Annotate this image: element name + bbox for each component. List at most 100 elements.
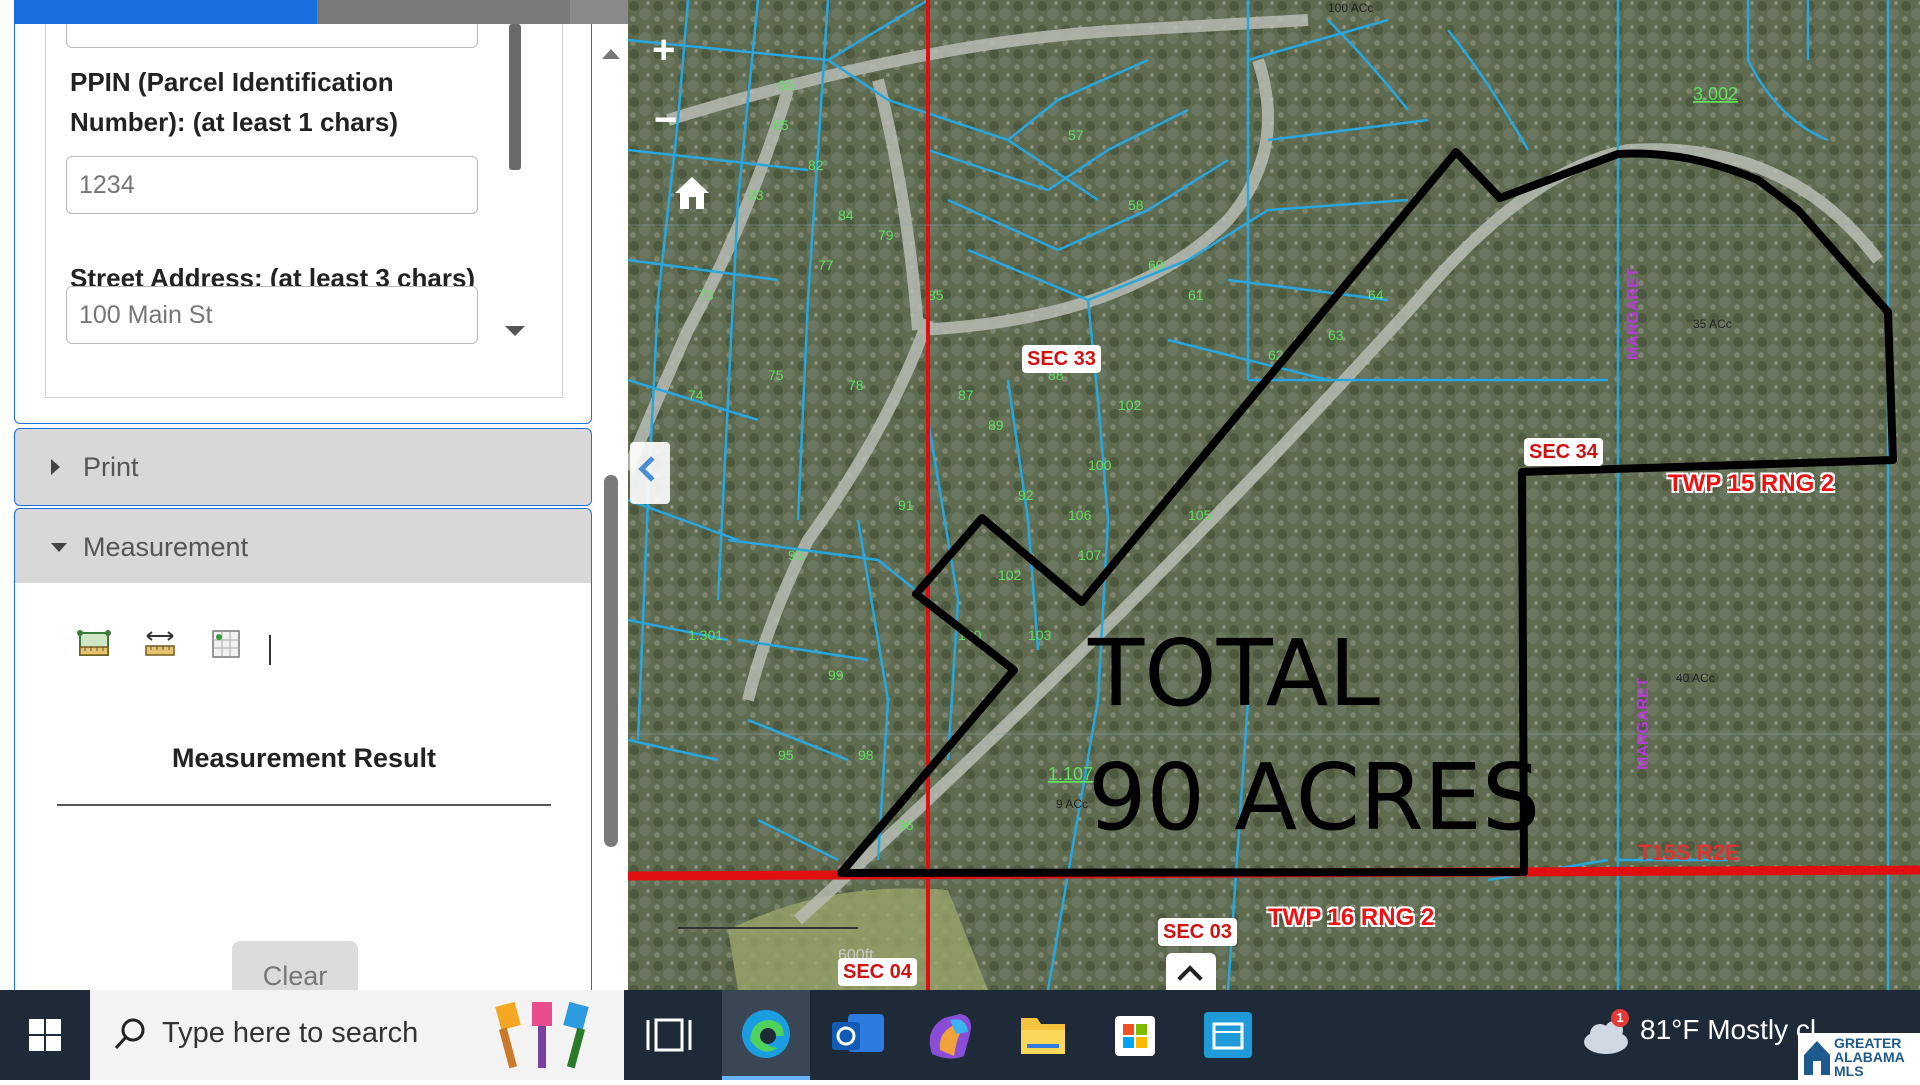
svg-text:82: 82	[808, 157, 824, 173]
label-twp15: TWP 15 RNG 2	[1668, 470, 1835, 497]
copilot-icon[interactable]	[910, 1000, 990, 1070]
left-panel: PPIN (Parcel Identification Number): (at…	[0, 0, 628, 990]
collapse-panel-button[interactable]	[630, 442, 670, 504]
measurement-label: Measurement	[83, 532, 249, 562]
svg-text:60: 60	[1148, 257, 1164, 273]
zoom-out-button[interactable]: −	[654, 100, 677, 140]
clear-button[interactable]: Clear	[232, 941, 358, 990]
mls-line1: GREATER	[1834, 1035, 1902, 1051]
weather-text: 81°F Mostly cl	[1640, 1014, 1817, 1045]
svg-text:103: 103	[1028, 627, 1052, 643]
acreage-9: 9 ACc	[1056, 797, 1088, 811]
panel-tabs	[0, 0, 628, 24]
svg-text:105: 105	[1188, 507, 1212, 523]
search-form: PPIN (Parcel Identification Number): (at…	[45, 24, 563, 398]
total-label-line1: TOTAL	[1088, 620, 1380, 727]
scroll-up-icon[interactable]	[602, 49, 620, 59]
svg-text:64: 64	[1368, 287, 1384, 303]
acreage-40: 40 ACc	[1676, 671, 1715, 685]
svg-text:100: 100	[1088, 457, 1112, 473]
tab-active[interactable]	[14, 0, 317, 24]
form-scrollbar-thumb[interactable]	[509, 24, 521, 170]
taskbar-search[interactable]: Type here to search	[90, 990, 624, 1080]
outlook-icon[interactable]	[818, 1000, 898, 1070]
windows-icon	[29, 1019, 61, 1051]
measurement-section-header[interactable]: Measurement	[14, 508, 592, 586]
svg-text:73: 73	[698, 287, 714, 303]
zoom-in-button[interactable]: +	[652, 30, 675, 70]
edge-icon	[742, 1010, 790, 1058]
svg-text:1.301: 1.301	[688, 627, 723, 643]
street-address-input[interactable]	[66, 286, 478, 344]
svg-text:78: 78	[848, 377, 864, 393]
svg-text:93: 93	[788, 547, 804, 563]
expand-bottom-button[interactable]	[1166, 953, 1216, 993]
previous-field[interactable]	[66, 24, 478, 48]
svg-text:63: 63	[1328, 327, 1344, 343]
ppin-input[interactable]	[66, 156, 478, 214]
svg-text:83: 83	[748, 187, 764, 203]
label-t15s: T15S R2E	[1638, 840, 1740, 865]
svg-text:89: 89	[988, 417, 1004, 433]
print-section-header[interactable]: Print	[14, 428, 592, 506]
svg-text:95: 95	[778, 747, 794, 763]
road-label-margaret: MARGARET	[1635, 677, 1652, 770]
mls-watermark: GREATER ALABAMA MLS	[1798, 1033, 1920, 1080]
svg-text:91: 91	[898, 497, 914, 513]
notification-count: 1	[1616, 1010, 1624, 1025]
chevron-up-icon	[1177, 965, 1203, 991]
area-measure-icon[interactable]	[77, 627, 111, 661]
edge-taskbar-item[interactable]	[722, 990, 810, 1080]
location-measure-icon[interactable]	[209, 627, 243, 661]
svg-text:61: 61	[1188, 287, 1204, 303]
svg-text:85: 85	[773, 117, 789, 133]
acreage-35: 35 ACc	[1693, 317, 1732, 331]
map-view[interactable]: 65 85 82 84 83 79 77 73 74 75 78 85 87 89 92 91 93 1…	[628, 0, 1920, 990]
chevron-left-icon	[638, 456, 664, 482]
svg-text:96: 96	[898, 817, 914, 833]
file-explorer-icon[interactable]	[1003, 1000, 1083, 1070]
task-view-icon[interactable]	[630, 1000, 710, 1070]
acreage-1107: 1.107	[1048, 764, 1093, 784]
svg-text:58: 58	[1128, 197, 1144, 213]
label-sec03: SEC 03	[1158, 918, 1237, 946]
measurement-panel: Measurement Result Clear	[14, 583, 592, 990]
app-icon[interactable]	[1188, 1000, 1268, 1070]
caret-right-icon	[51, 459, 60, 475]
result-divider	[57, 804, 551, 806]
distance-measure-icon[interactable]	[143, 627, 177, 661]
search-placeholder: Type here to search	[162, 1017, 419, 1049]
print-label: Print	[83, 452, 139, 482]
svg-text:107: 107	[1078, 547, 1102, 563]
svg-text:87: 87	[958, 387, 974, 403]
scroll-down-icon[interactable]	[505, 326, 525, 336]
svg-text:79: 79	[878, 227, 894, 243]
label-sec04: SEC 04	[838, 958, 917, 986]
tab-secondary[interactable]	[317, 0, 570, 24]
svg-text:102: 102	[1118, 397, 1142, 413]
home-icon[interactable]	[673, 175, 711, 211]
start-button[interactable]	[0, 990, 90, 1080]
store-icon[interactable]	[1095, 1000, 1175, 1070]
mls-line2: ALABAMA	[1834, 1049, 1905, 1065]
acreage-100: 100 ACc	[1328, 1, 1373, 15]
tool-separator	[269, 635, 271, 665]
search-section: PPIN (Parcel Identification Number): (at…	[14, 24, 592, 424]
ppin-label: PPIN (Parcel Identification Number): (at…	[70, 67, 398, 137]
label-twp16: TWP 16 RNG 2	[1268, 904, 1435, 931]
mls-house-logo	[1804, 1041, 1830, 1075]
svg-text:84: 84	[838, 207, 854, 223]
svg-text:57: 57	[1068, 127, 1084, 143]
total-label-line2: 90 ACRES	[1088, 744, 1541, 851]
weather-cloud-icon[interactable]	[1580, 1008, 1634, 1060]
svg-text:106: 106	[1068, 507, 1092, 523]
tab-tertiary[interactable]	[570, 0, 628, 24]
svg-text:98: 98	[858, 747, 874, 763]
svg-text:92: 92	[1018, 487, 1034, 503]
measurement-result-heading: Measurement Result	[171, 743, 437, 773]
svg-text:85: 85	[928, 287, 944, 303]
svg-text:75: 75	[768, 367, 784, 383]
mls-line3: MLS	[1834, 1063, 1864, 1079]
form-scrollbar[interactable]	[505, 24, 527, 354]
panel-scrollbar[interactable]	[604, 475, 618, 847]
